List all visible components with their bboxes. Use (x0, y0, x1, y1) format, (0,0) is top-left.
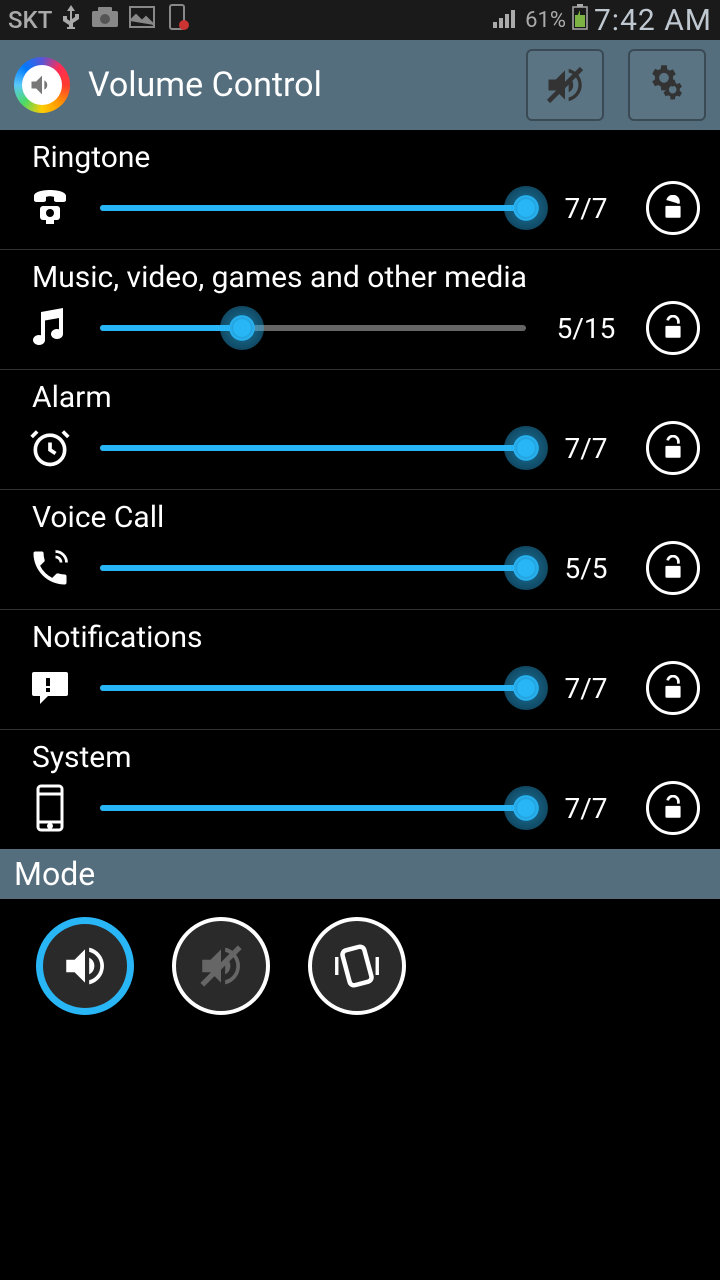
app-logo-icon (14, 57, 70, 113)
screenshot-icon (164, 3, 190, 37)
settings-button[interactable] (628, 49, 706, 121)
volume-label: Ringtone (20, 140, 700, 175)
music-icon (20, 306, 80, 350)
volume-label: Voice Call (20, 500, 700, 535)
signal-icon (493, 6, 519, 34)
status-bar: SKT 61% 7:42 AM (0, 0, 720, 40)
volume-value: 7/7 (546, 792, 626, 825)
mode-vibrate-button[interactable] (308, 917, 406, 1015)
volume-label: Notifications (20, 620, 700, 655)
alarm-icon (20, 426, 80, 470)
voicecall-slider[interactable] (100, 546, 526, 590)
system-icon (20, 784, 80, 832)
app-header: Volume Control (0, 40, 720, 130)
music-slider[interactable] (100, 306, 526, 350)
usb-icon (60, 3, 82, 37)
clock-label: 7:42 AM (594, 3, 712, 38)
app-title: Volume Control (88, 65, 502, 105)
lock-button[interactable] (646, 301, 700, 355)
battery-icon (572, 4, 588, 36)
volume-row-ringtone: Ringtone 7/7 (0, 130, 720, 250)
volume-row-notifications: Notifications 7/7 (0, 610, 720, 730)
mute-button[interactable] (526, 49, 604, 121)
notifications-slider[interactable] (100, 666, 526, 710)
volume-list: Ringtone 7/7 Music, video, games and oth… (0, 130, 720, 849)
ringtone-icon (20, 188, 80, 228)
volume-row-system: System 7/7 (0, 730, 720, 849)
lock-button[interactable] (646, 781, 700, 835)
volume-label: Alarm (20, 380, 700, 415)
lock-button[interactable] (646, 541, 700, 595)
volume-value: 7/7 (546, 432, 626, 465)
mode-buttons (0, 899, 720, 1033)
camera-icon (90, 5, 120, 35)
mode-mute-button[interactable] (172, 917, 270, 1015)
battery-percent: 61% (525, 8, 566, 33)
volume-row-voicecall: Voice Call 5/5 (0, 490, 720, 610)
voicecall-icon (20, 546, 80, 590)
volume-value: 5/15 (546, 312, 626, 345)
notification-icon (20, 668, 80, 708)
lock-button[interactable] (646, 421, 700, 475)
volume-value: 5/5 (546, 552, 626, 585)
volume-row-alarm: Alarm 7/7 (0, 370, 720, 490)
volume-row-music: Music, video, games and other media 5/15 (0, 250, 720, 370)
volume-label: System (20, 740, 700, 775)
ringtone-slider[interactable] (100, 186, 526, 230)
alarm-slider[interactable] (100, 426, 526, 470)
lock-button[interactable] (646, 661, 700, 715)
carrier-label: SKT (8, 6, 52, 34)
volume-value: 7/7 (546, 672, 626, 705)
mode-header: Mode (0, 849, 720, 899)
lock-button[interactable] (646, 181, 700, 235)
volume-label: Music, video, games and other media (20, 260, 700, 295)
photo-icon (128, 5, 156, 35)
volume-value: 7/7 (546, 192, 626, 225)
system-slider[interactable] (100, 786, 526, 830)
mode-sound-button[interactable] (36, 917, 134, 1015)
